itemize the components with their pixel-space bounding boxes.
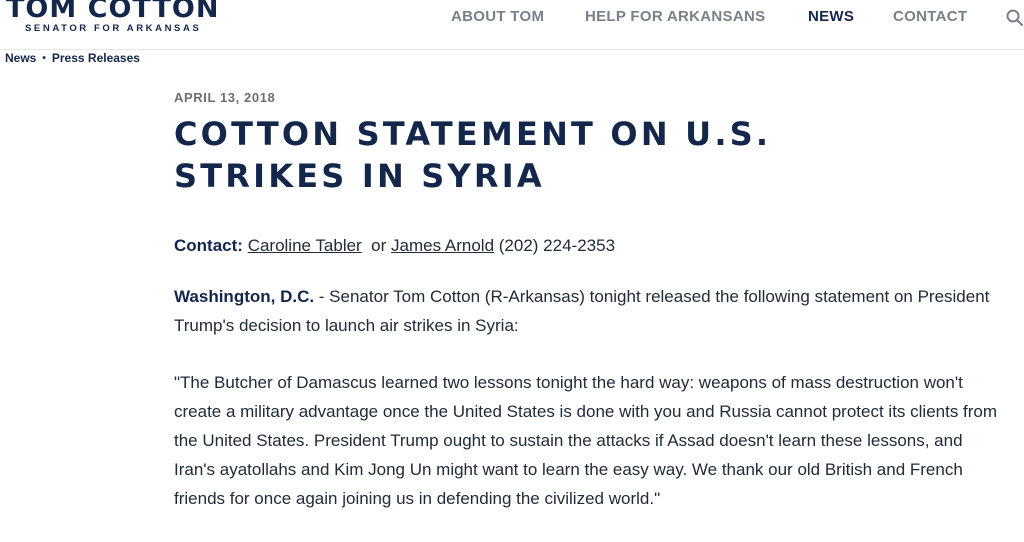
quote-paragraph: "The Butcher of Damascus learned two les… [174,373,998,508]
contact-line: Contact: Caroline Tabler or James Arnold… [174,236,615,256]
breadcrumb-separator: • [42,53,46,64]
breadcrumb-news[interactable]: News [5,51,36,65]
nav-contact[interactable]: CONTACT [893,8,967,25]
search-button[interactable] [1006,9,1024,27]
search-icon [1006,9,1024,27]
logo-name: TOM COTTON [6,0,220,24]
nav-help-for-arkansans[interactable]: HELP FOR ARKANSANS [585,8,765,25]
site-header: TOM COTTON SENATOR FOR ARKANSAS ABOUT TO… [0,0,1024,50]
breadcrumb: News • Press Releases [5,51,140,65]
contact-caroline-tabler-link[interactable]: Caroline Tabler [248,236,362,255]
nav-news[interactable]: NEWS [808,8,854,25]
contact-phone: (202) 224-2353 [498,236,616,255]
page-title: COTTON STATEMENT ON U.S. STRIKES IN SYRI… [174,115,772,195]
nav-about-tom[interactable]: ABOUT TOM [451,8,544,25]
article-header: APRIL 13, 2018 COTTON STATEMENT ON U.S. … [174,90,1004,197]
contact-james-arnold-link[interactable]: James Arnold [391,236,494,255]
article-date: APRIL 13, 2018 [174,90,276,105]
logo-subtitle: SENATOR FOR ARKANSAS [25,23,202,34]
site-logo[interactable]: TOM COTTON SENATOR FOR ARKANSAS [6,0,219,34]
contact-or: or [371,236,387,255]
breadcrumb-press-releases[interactable]: Press Releases [52,51,140,65]
intro-paragraph: Washington, D.C. - Senator Tom Cotton (R… [174,282,1004,340]
contact-label: Contact: [174,236,243,255]
dateline: Washington, D.C. [174,287,315,306]
